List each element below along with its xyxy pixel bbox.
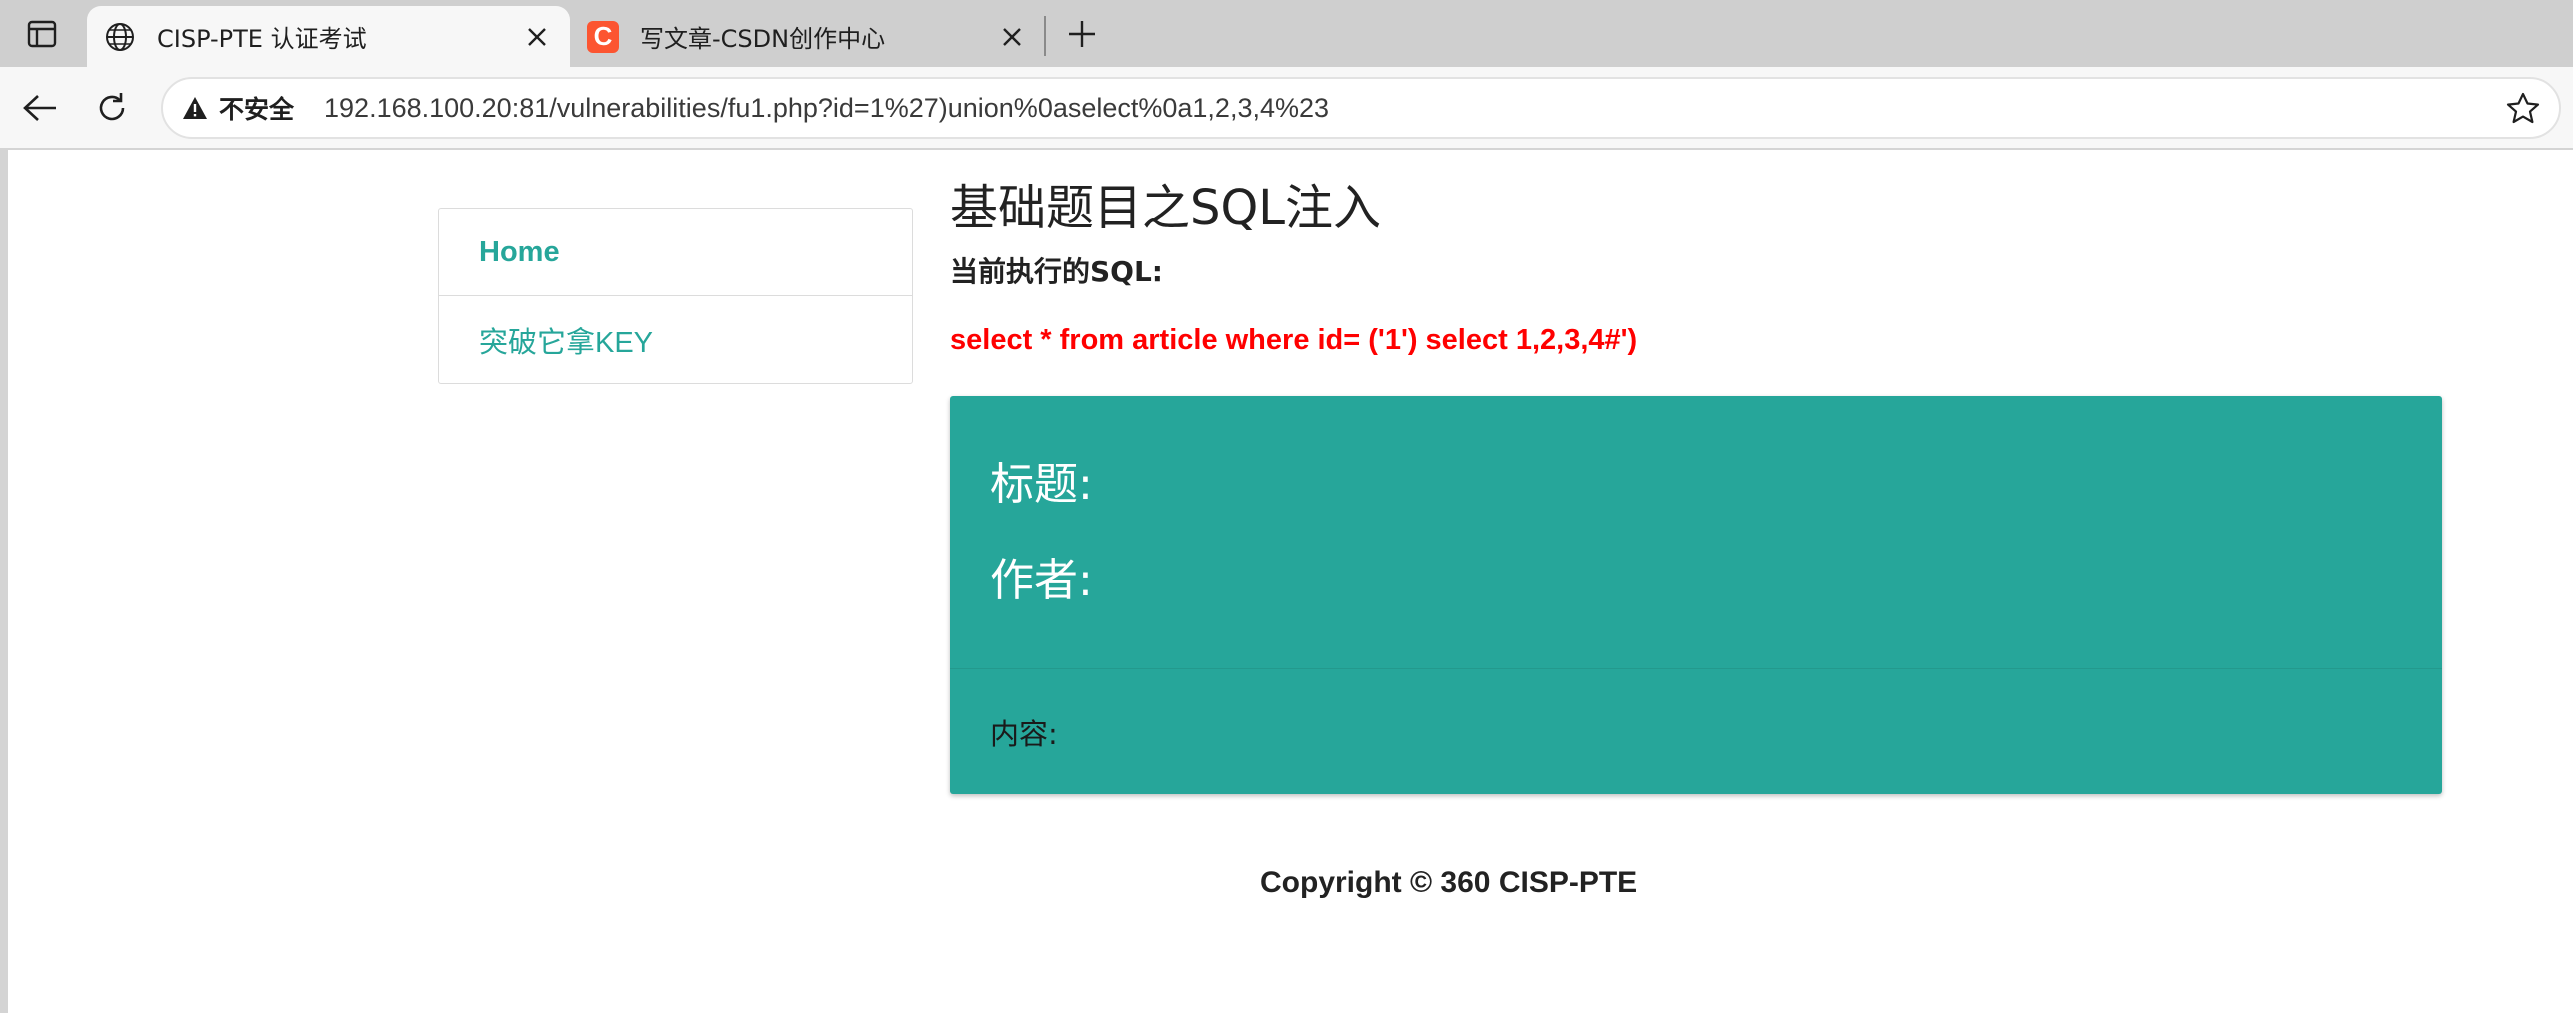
side-nav: Home 突破它拿KEY [438,208,913,384]
card-author-label: 作者: [990,555,1093,606]
star-icon[interactable] [2501,86,2545,130]
warning-icon[interactable] [181,94,209,122]
reload-icon [99,93,125,121]
url-text[interactable]: 192.168.100.20:81/vulnerabilities/fu1.ph… [324,93,2501,124]
tab-actions-button[interactable] [20,14,64,54]
nav-item-get-key[interactable]: 突破它拿KEY [439,296,912,383]
page-title: 基础题目之SQL注入 [950,180,1381,236]
article-card: 标题: 作者: 内容: [950,396,2442,794]
reload-button[interactable] [89,85,135,131]
csdn-favicon-icon: C [586,20,620,54]
card-content: 标题: 作者: [950,396,2442,668]
tab-title: CISP-PTE 认证考试 [157,25,367,53]
close-icon[interactable] [520,20,554,54]
footer-copyright: Copyright © 360 CISP-PTE [1260,866,1638,899]
address-bar[interactable]: 不安全 192.168.100.20:81/vulnerabilities/fu… [161,77,2561,139]
new-tab-button[interactable] [1060,12,1104,56]
security-label[interactable]: 不安全 [219,90,294,126]
tab-separator [1044,16,1046,56]
sql-label: 当前执行的SQL: [950,255,1164,288]
close-icon[interactable] [995,20,1029,54]
page-viewport: Home 突破它拿KEY 基础题目之SQL注入 当前执行的SQL: select… [8,150,2573,1013]
tab-title: 写文章-CSDN创作中心 [640,25,886,53]
globe-icon [103,20,137,54]
tab-panel-icon [27,20,57,48]
tab-cisp-pte[interactable]: CISP-PTE 认证考试 [87,6,570,67]
tab-csdn[interactable]: C 写文章-CSDN创作中心 [570,6,1045,67]
nav-item-home[interactable]: Home [439,209,912,296]
sql-query: select * from article where id= ('1') se… [950,324,1638,356]
back-button[interactable] [17,85,63,131]
card-content-label: 内容: [950,668,2442,794]
browser-toolbar: 不安全 192.168.100.20:81/vulnerabilities/fu… [0,67,2573,148]
card-title-label: 标题: [990,459,1093,510]
tab-strip: CISP-PTE 认证考试 C 写文章-CSDN创作中心 [0,0,2573,67]
plus-icon [1069,21,1095,47]
arrow-left-icon [23,95,56,121]
